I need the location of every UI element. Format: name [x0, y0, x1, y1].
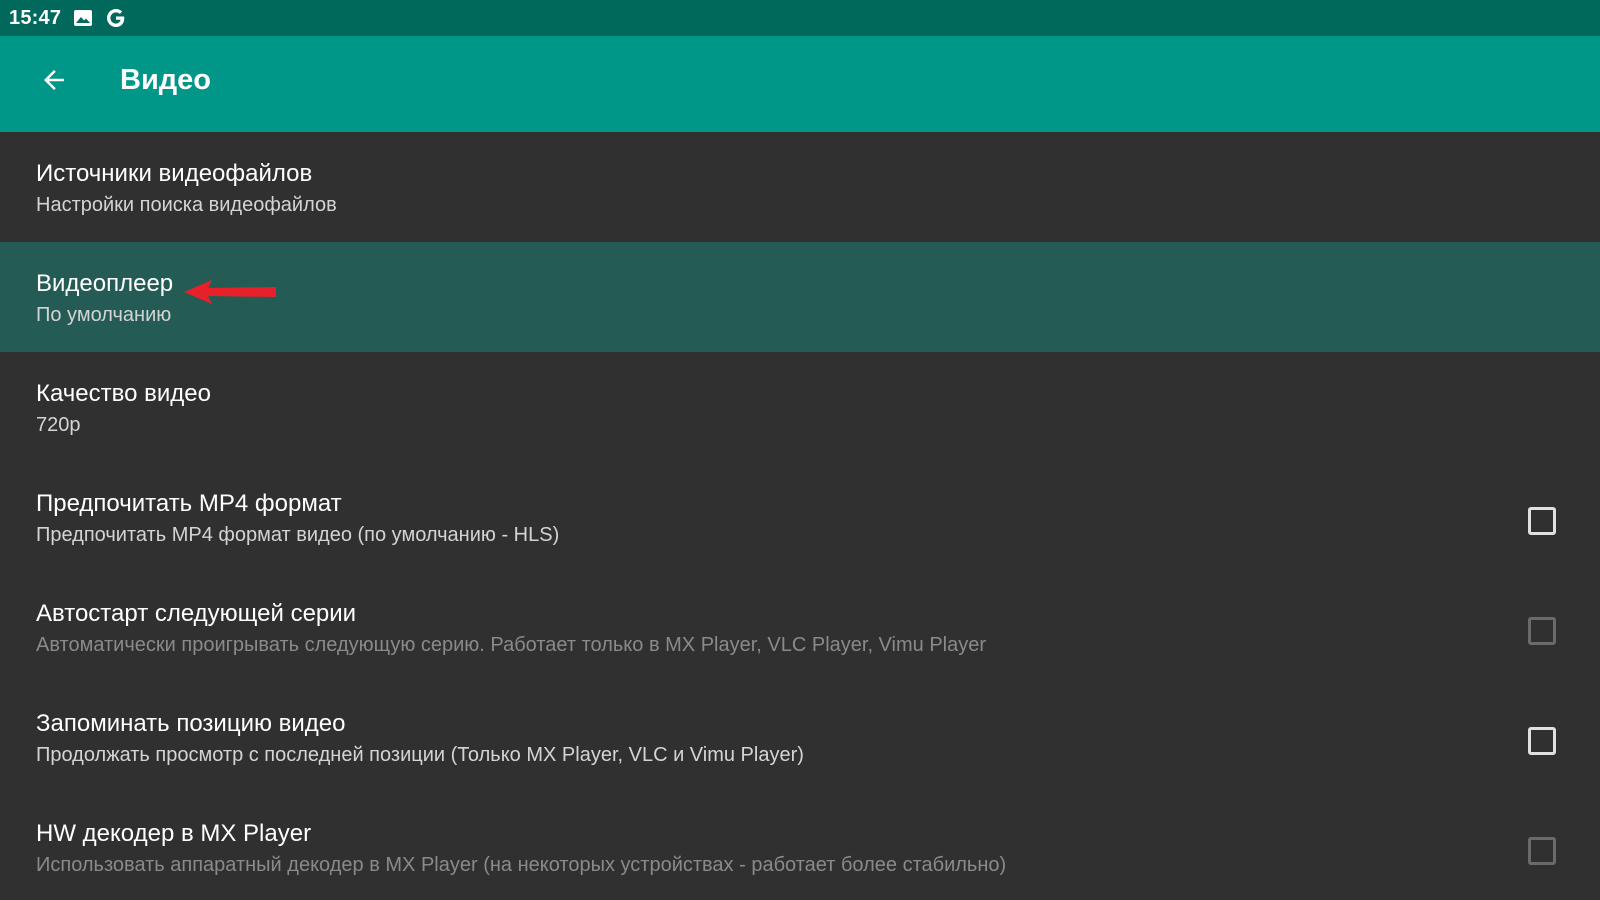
pref-title: Качество видео: [36, 380, 211, 407]
pref-title: Видеоплеер: [36, 270, 174, 297]
pref-summary: По умолчанию: [36, 304, 172, 326]
pref-video-quality[interactable]: Качество видео 720p: [0, 352, 1600, 462]
pref-title: Запоминать позицию видео: [36, 710, 346, 737]
pref-remember-position[interactable]: Запоминать позицию видео Продолжать прос…: [0, 682, 1600, 792]
back-button[interactable]: [30, 56, 78, 104]
hw-decoder-checkbox[interactable]: [1528, 837, 1556, 865]
pref-prefer-mp4[interactable]: Предпочитать MP4 формат Предпочитать MP4…: [0, 462, 1600, 572]
status-time: 15:47: [9, 6, 62, 29]
preferences-list: Источники видеофайлов Настройки поиска в…: [0, 132, 1600, 900]
pref-video-player[interactable]: Видеоплеер По умолчанию: [0, 242, 1600, 352]
google-icon: [105, 7, 127, 29]
remember-position-checkbox[interactable]: [1528, 727, 1556, 755]
app-toolbar: Видео: [0, 36, 1600, 132]
pref-title: Предпочитать MP4 формат: [36, 490, 342, 517]
pref-video-sources[interactable]: Источники видеофайлов Настройки поиска в…: [0, 132, 1600, 242]
pref-summary: Настройки поиска видеофайлов: [36, 194, 337, 216]
pref-summary: Использовать аппаратный декодер в MX Pla…: [36, 854, 1007, 876]
pref-summary: Автоматически проигрывать следующую сери…: [36, 634, 987, 656]
pref-hw-decoder[interactable]: HW декодер в MX Player Использовать аппа…: [0, 792, 1600, 900]
pref-title: HW декодер в MX Player: [36, 820, 312, 847]
red-arrow-icon: [184, 280, 276, 304]
prefer-mp4-checkbox[interactable]: [1528, 507, 1556, 535]
status-bar: 15:47: [0, 0, 1600, 36]
arrow-left-icon: [44, 70, 64, 90]
pref-title: Источники видеофайлов: [36, 160, 313, 187]
page-title: Видео: [120, 64, 212, 96]
pref-title: Автостарт следующей серии: [36, 600, 357, 627]
image-icon: [73, 9, 93, 27]
pref-summary: Предпочитать MP4 формат видео (по умолча…: [36, 524, 560, 546]
pref-summary: 720p: [36, 414, 81, 436]
pref-summary: Продолжать просмотр с последней позиции …: [36, 744, 804, 766]
pref-autostart-next[interactable]: Автостарт следующей серии Автоматически …: [0, 572, 1600, 682]
autostart-next-checkbox[interactable]: [1528, 617, 1556, 645]
